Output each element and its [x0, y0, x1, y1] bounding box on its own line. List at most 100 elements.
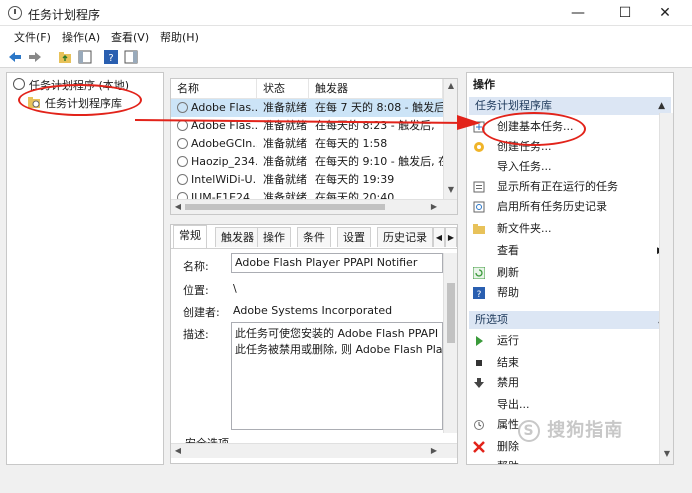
action-show-running[interactable]: 显示所有正在运行的任务: [471, 177, 671, 197]
action-label: 导出...: [497, 398, 530, 411]
watermark-s-icon: S: [518, 420, 540, 442]
action-label: 结束: [497, 356, 519, 369]
tab-scroll-left-icon[interactable]: ◀: [433, 227, 445, 247]
security-options-label: 安全选项: [185, 435, 229, 443]
delete-icon: [473, 441, 485, 453]
action-refresh[interactable]: 刷新: [471, 263, 671, 283]
tab-actions[interactable]: 操作: [257, 227, 291, 247]
action-label: 帮助: [497, 286, 519, 299]
row-trigger: 在每天的 1:58: [315, 137, 388, 150]
run-icon: [476, 336, 483, 346]
menu-file[interactable]: 文件(F): [14, 29, 51, 45]
scroll-right-icon[interactable]: ▶: [429, 446, 439, 455]
tab-triggers[interactable]: 触发器: [215, 227, 260, 247]
column-trigger[interactable]: 触发器: [309, 79, 443, 99]
menu-bar: 文件(F) 操作(A) 查看(V) 帮助(H): [0, 26, 692, 46]
row-status: 准备就绪: [263, 137, 307, 150]
clock-icon: [8, 6, 22, 20]
tab-scroll-right-icon[interactable]: ▶: [445, 227, 457, 247]
folder-up-icon[interactable]: [58, 50, 72, 64]
scroll-up-icon[interactable]: ▲: [444, 81, 457, 90]
action-label: 帮助: [497, 457, 519, 464]
section-task-library[interactable]: 任务计划程序库 ▲: [469, 97, 671, 115]
action-enable-history[interactable]: 启用所有任务历史记录: [471, 197, 671, 217]
task-icon: [177, 138, 188, 149]
history-icon: [473, 201, 485, 213]
minimize-button[interactable]: —: [555, 2, 601, 24]
table-row[interactable]: IntelWiDi-U... 准备就绪 在每天的 19:39: [171, 171, 443, 189]
watermark-text: 搜狗指南: [547, 420, 624, 441]
name-label: 名称:: [183, 260, 209, 273]
action-export[interactable]: 导出...: [471, 395, 671, 415]
row-name: IUM-F1E24...: [191, 191, 257, 199]
tab-settings[interactable]: 设置: [337, 227, 371, 247]
action-end[interactable]: 结束: [471, 353, 671, 373]
row-trigger: 在每天的 9:10 - 触发后, 在: [315, 155, 443, 168]
row-name: Haozip_234...: [191, 155, 257, 168]
details-vertical-scrollbar[interactable]: [443, 253, 457, 433]
forward-arrow-icon[interactable]: [28, 50, 42, 64]
show-pane-icon[interactable]: [78, 50, 92, 64]
action-new-folder[interactable]: 新文件夹...: [471, 219, 671, 239]
refresh-icon: [473, 267, 485, 279]
title-bar: 任务计划程序 — ☐ ✕: [0, 0, 692, 26]
tab-divider: [171, 248, 457, 249]
description-label: 描述:: [183, 328, 209, 341]
author-label: 创建者:: [183, 306, 220, 319]
annotation-ellipse-library: [18, 84, 142, 116]
action-help[interactable]: ? 帮助: [471, 283, 671, 303]
table-row[interactable]: Haozip_234... 准备就绪 在每天的 9:10 - 触发后, 在: [171, 153, 443, 171]
toolbar: ?: [0, 46, 692, 68]
column-name[interactable]: 名称: [171, 79, 257, 99]
scroll-down-icon[interactable]: ▼: [444, 185, 457, 194]
menu-help[interactable]: 帮助(H): [160, 29, 199, 45]
action-label: 删除: [497, 440, 519, 453]
list-vertical-scrollbar[interactable]: ▲ ▼: [443, 79, 457, 199]
row-name: AdobeGCIn...: [191, 137, 257, 150]
running-tasks-icon: [473, 181, 485, 193]
details-horizontal-scrollbar[interactable]: ◀ ▶: [171, 443, 457, 458]
scroll-left-icon[interactable]: ◀: [173, 202, 183, 211]
action-view[interactable]: 查看 ▶: [471, 241, 671, 261]
task-icon: [177, 156, 188, 167]
table-row[interactable]: IUM-F1E24... 准备就绪 在每天的 20:40: [171, 189, 443, 199]
help-icon: ?: [473, 287, 485, 299]
scroll-thumb[interactable]: [447, 283, 455, 343]
action-help-selected[interactable]: 帮助: [471, 457, 671, 464]
action-label: 查看: [497, 244, 519, 257]
location-label: 位置:: [183, 284, 209, 297]
row-name: IntelWiDi-U...: [191, 173, 257, 186]
author-value: Adobe Systems Incorporated: [233, 304, 393, 317]
tab-history[interactable]: 历史记录: [377, 227, 433, 247]
scroll-left-icon[interactable]: ◀: [173, 446, 183, 455]
scroll-thumb[interactable]: [185, 204, 385, 210]
close-button[interactable]: ✕: [642, 2, 688, 24]
scroll-down-icon[interactable]: ▼: [660, 449, 673, 458]
action-run[interactable]: 运行: [471, 331, 671, 351]
row-trigger: 在每天的 19:39: [315, 173, 395, 186]
location-value: \: [233, 282, 237, 295]
annotation-ellipse-create-basic-task: [482, 112, 586, 146]
table-row[interactable]: AdobeGCIn... 准备就绪 在每天的 1:58: [171, 135, 443, 153]
menu-view[interactable]: 查看(V): [111, 29, 149, 45]
back-arrow-icon[interactable]: [8, 50, 22, 64]
menu-action[interactable]: 操作(A): [62, 29, 100, 45]
action-label: 运行: [497, 334, 519, 347]
action-import-task[interactable]: 导入任务...: [471, 157, 671, 177]
scroll-right-icon[interactable]: ▶: [429, 202, 439, 211]
list-horizontal-scrollbar[interactable]: ◀ ▶: [171, 199, 457, 214]
tab-conditions[interactable]: 条件: [297, 227, 331, 247]
help-icon[interactable]: ?: [104, 50, 118, 64]
tab-general[interactable]: 常规: [173, 225, 207, 248]
description-field[interactable]: 此任务可使您安装的 Adobe Flash PPAPI Pla 此任务被禁用或删…: [231, 322, 443, 430]
action-label: 新文件夹...: [497, 222, 552, 235]
name-field[interactable]: Adobe Flash Player PPAPI Notifier: [231, 253, 443, 273]
column-status[interactable]: 状态: [257, 79, 309, 99]
actions-header: 操作: [473, 78, 495, 91]
actions-scrollbar[interactable]: ▼: [659, 113, 673, 464]
row-status: 准备就绪: [263, 155, 307, 168]
action-pane-icon[interactable]: [124, 50, 138, 64]
action-disable[interactable]: 禁用: [471, 373, 671, 393]
section-selected-item[interactable]: 所选项 ▲: [469, 311, 671, 329]
action-label: 启用所有任务历史记录: [497, 200, 607, 213]
